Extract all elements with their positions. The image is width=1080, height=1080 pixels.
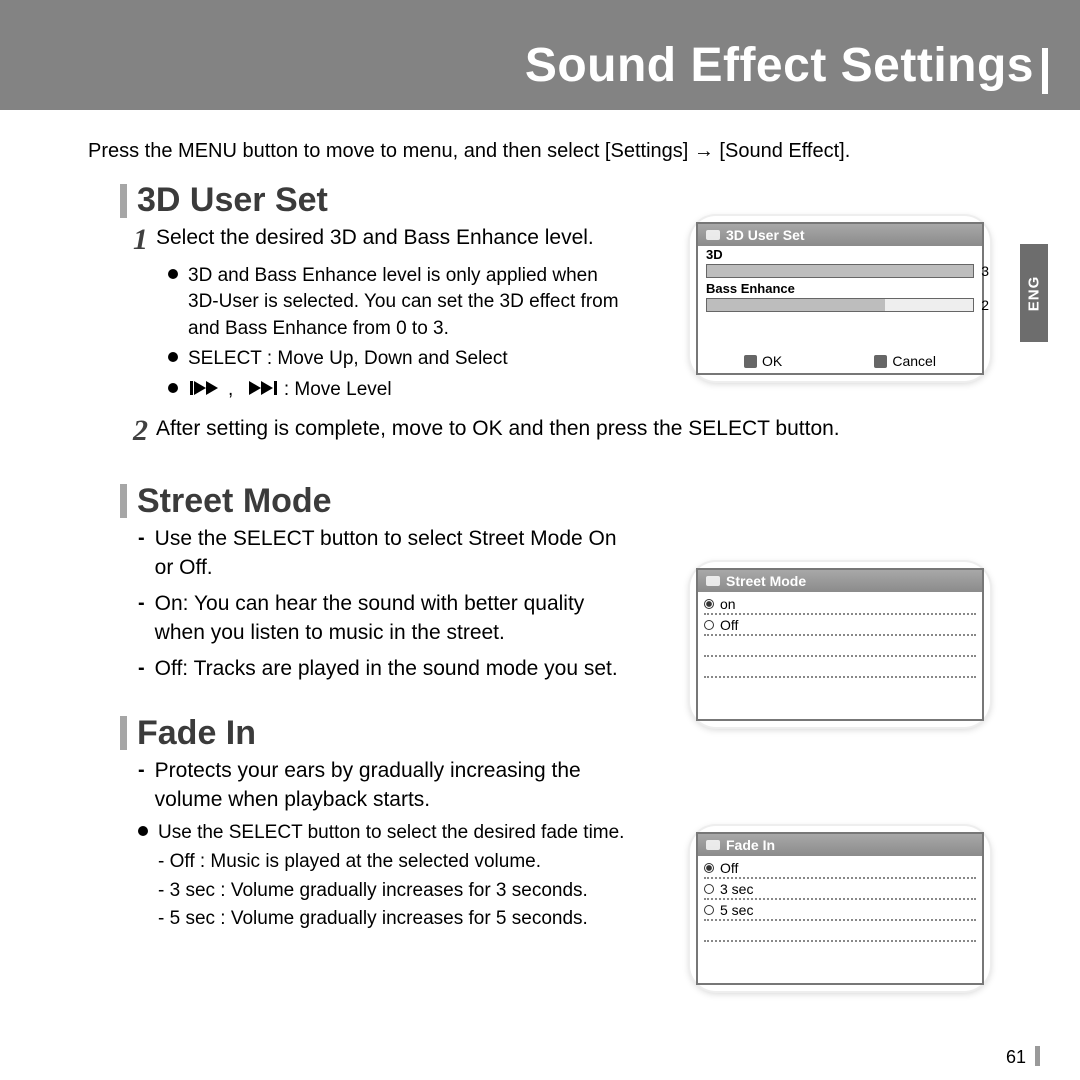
dash-icon: - [138,589,145,648]
option-off[interactable]: Off [704,858,976,879]
slider-label-bass: Bass Enhance [706,281,974,296]
dash-item: -Protects your ears by gradually increas… [138,753,628,818]
section-accent [120,484,127,518]
slider-3d[interactable]: 3 [706,264,974,278]
step-number: 1 [124,220,148,261]
option-label: 3 sec [720,881,753,897]
dash-icon: - [138,756,145,815]
page-accent [1035,1046,1040,1066]
intro-text: Press the MENU button to move to menu, a… [0,110,1080,171]
step-number: 2 [124,411,148,452]
option-label: on [720,596,736,612]
sub-item: - 5 sec : Volume gradually increases for… [158,905,628,934]
slider-bass[interactable]: 2 [706,298,974,312]
bullet-dot-icon [168,352,178,362]
screen-title: Street Mode [726,573,806,589]
section-title-fade: Fade In [137,714,256,753]
ok-icon [744,355,757,368]
bullet-dot-icon [138,826,148,836]
page-title: Sound Effect Settings [525,38,1034,93]
bullet-text-tail: : Move Level [284,379,392,400]
bullet-text: , : Move Level [188,377,392,404]
ok-label: OK [762,353,782,369]
option-label: 5 sec [720,902,753,918]
cancel-label: Cancel [892,353,936,369]
bullet-text: 3D and Bass Enhance level is only applie… [188,263,628,343]
screen-title: Fade In [726,837,775,853]
screen-title: 3D User Set [726,227,805,243]
cancel-button[interactable]: Cancel [874,353,936,369]
dash-icon: - [138,524,145,583]
sub-item: - 3 sec : Volume gradually increases for… [158,877,628,906]
device-mock-street-mode: Street Mode on Off [690,562,990,727]
radio-icon [704,905,714,915]
page-number: 61 [1006,1047,1026,1068]
title-accent [1042,48,1048,94]
radio-icon [704,884,714,894]
ok-button[interactable]: OK [744,353,782,369]
screen-header: 3D User Set [698,224,982,246]
option-label: Off [720,617,738,633]
screen-header: Fade In [698,834,982,856]
step-2-text: After setting is complete, move to OK an… [156,415,840,443]
option-on[interactable]: on [704,594,976,615]
dash-text: Protects your ears by gradually increasi… [155,756,628,815]
section-title-3d: 3D User Set [137,181,328,220]
bullet-move-level: , : Move Level [168,375,628,406]
header-sound-icon [706,576,720,586]
dash-icon: - [138,654,145,683]
header-fade-icon [706,840,720,850]
slider-label-3d: 3D [706,247,974,262]
title-bar: Sound Effect Settings [0,42,1080,110]
radio-icon [704,599,714,609]
option-label: Off [720,860,738,876]
dash-text: Use the SELECT button to select Street M… [155,524,628,583]
dash-item: -Off: Tracks are played in the sound mod… [138,651,628,686]
section-head-3d: 3D User Set [68,181,1040,220]
step-1: 1 Select the desired 3D and Bass Enhance… [124,224,628,261]
bullet-text: Use the SELECT button to select the desi… [158,820,624,847]
sub-item: - Off : Music is played at the selected … [158,848,628,877]
list-item [704,942,976,963]
device-mock-fade-in: Fade In Off 3 sec 5 sec [690,826,990,991]
bullet-dot-icon [168,383,178,393]
section-head-street: Street Mode [68,482,1040,521]
list-item [704,678,976,699]
screen-header: Street Mode [698,570,982,592]
header-3d-icon [706,230,720,240]
option-5sec[interactable]: 5 sec [704,900,976,921]
dash-item: -Use the SELECT button to select Street … [138,521,628,586]
step-2: 2 After setting is complete, move to OK … [124,415,1004,452]
top-gray-band [0,0,1080,42]
section-accent [120,184,127,218]
dash-text: Off: Tracks are played in the sound mode… [155,654,618,683]
list-item [704,636,976,657]
cancel-icon [874,355,887,368]
prev-track-icon [188,381,228,395]
list-item [704,657,976,678]
section-accent [120,716,127,750]
next-track-icon [239,381,279,395]
bullet-fade: Use the SELECT button to select the desi… [138,818,628,849]
radio-icon [704,863,714,873]
section-title-street: Street Mode [137,482,332,521]
step-1-text: Select the desired 3D and Bass Enhance l… [156,224,594,252]
device-mock-3d-user-set: 3D User Set 3D 3 Bass Enhance 2 OK Cance… [690,216,990,381]
list-item [704,921,976,942]
bullet-select: SELECT : Move Up, Down and Select [168,344,628,375]
dash-item: -On: You can hear the sound with better … [138,586,628,651]
slider-value-bass: 2 [981,297,989,313]
radio-icon [704,620,714,630]
bullet-dot-icon [168,269,178,279]
option-3sec[interactable]: 3 sec [704,879,976,900]
option-off[interactable]: Off [704,615,976,636]
bullet-text: SELECT : Move Up, Down and Select [188,346,508,373]
slider-value-3d: 3 [981,263,989,279]
dash-text: On: You can hear the sound with better q… [155,589,628,648]
bullet-3d-info: 3D and Bass Enhance level is only applie… [168,261,628,345]
